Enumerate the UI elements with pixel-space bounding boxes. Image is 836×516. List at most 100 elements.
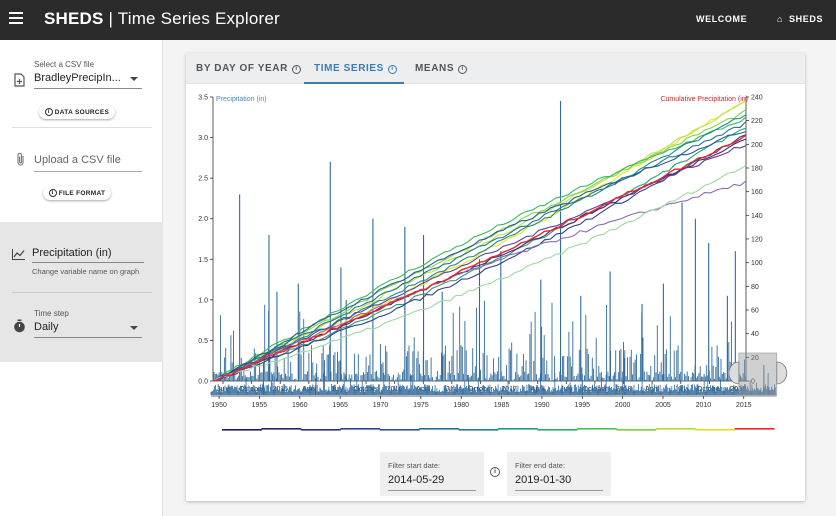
data-sources-label: DATA SOURCES bbox=[54, 108, 110, 116]
paperclip-icon bbox=[17, 152, 24, 166]
right-tick-label: 240 bbox=[751, 95, 763, 102]
info-icon[interactable]: i bbox=[387, 65, 397, 74]
chart-card: BY DAY OF YEAR i TIME SERIES i MEANS i 0.0 0… bbox=[186, 53, 805, 501]
start-date-filter[interactable]: Filter start date: 2014-05-29 bbox=[380, 452, 484, 496]
start-date-value[interactable]: 2014-05-29 bbox=[388, 474, 444, 486]
right-tick-label: 120 bbox=[751, 237, 763, 244]
stopwatch-icon bbox=[14, 319, 25, 333]
end-date-filter[interactable]: Filter end date: 2019-01-30 bbox=[507, 452, 611, 496]
end-date-underline bbox=[515, 490, 603, 491]
info-icon[interactable]: i bbox=[490, 467, 500, 477]
color-scale-segment bbox=[340, 428, 381, 430]
overview-tick-label: 2005 bbox=[655, 402, 671, 409]
app-title: SHEDS | Time Series Explorer bbox=[44, 9, 280, 29]
color-scale-segment bbox=[655, 428, 696, 430]
overview-tick-label: 1975 bbox=[413, 402, 429, 409]
menu-icon[interactable] bbox=[9, 12, 23, 26]
timestep-label: Time step bbox=[34, 309, 69, 318]
csv-select-section: Select a CSV file BradleyPrecipIn... i DA… bbox=[0, 40, 163, 127]
overview-bars bbox=[210, 358, 776, 395]
brush-handle-right[interactable] bbox=[776, 361, 788, 385]
color-scale-segment bbox=[419, 428, 460, 430]
left-tick-label: 1.0 bbox=[198, 297, 208, 304]
tab-label: MEANS bbox=[415, 63, 455, 74]
overview-x-ticks: 1950 1955 1960 1965 1970 1975 1980 1985 1990 1995… bbox=[211, 395, 776, 409]
right-tick-label: 180 bbox=[751, 166, 763, 173]
info-icon[interactable]: i bbox=[458, 65, 468, 74]
overview-tick-label: 2010 bbox=[696, 402, 712, 409]
data-sources-button[interactable]: i DATA SOURCES bbox=[39, 105, 115, 119]
start-date-label: Filter start date: bbox=[388, 461, 441, 470]
left-tick-label: 2.0 bbox=[198, 216, 208, 223]
left-tick-label: 0.5 bbox=[198, 338, 208, 345]
right-tick-label: 80 bbox=[751, 284, 759, 291]
active-tab-indicator bbox=[304, 82, 404, 84]
chevron-down-icon[interactable] bbox=[130, 326, 138, 330]
overview-tick-label: 1995 bbox=[574, 402, 590, 409]
left-tick-label: 1.5 bbox=[198, 257, 208, 264]
color-scale-segment bbox=[537, 429, 578, 431]
variable-name-input[interactable]: Precipitation (in) bbox=[32, 247, 111, 259]
overview-tick-label: 1950 bbox=[211, 402, 227, 409]
nav-welcome-link[interactable]: WELCOME bbox=[696, 14, 747, 24]
color-scale-segment bbox=[498, 428, 538, 430]
overview-tick-label: 1990 bbox=[534, 402, 550, 409]
left-axis-ticks: 0.00.51.01.52.02.53.03.5 bbox=[198, 95, 214, 386]
left-tick-label: 2.5 bbox=[198, 176, 208, 183]
overview-tick-label: 1985 bbox=[494, 402, 510, 409]
overview-tick-label: 2000 bbox=[615, 402, 631, 409]
app-subtitle: Time Series Explorer bbox=[117, 9, 280, 28]
color-scale-segment bbox=[222, 429, 262, 431]
right-tick-label: 220 bbox=[751, 118, 763, 125]
end-date-label: Filter end date: bbox=[515, 461, 566, 470]
timestep-select[interactable]: Daily bbox=[34, 321, 58, 333]
overview-tick-label: 1955 bbox=[252, 402, 268, 409]
left-tick-label: 3.5 bbox=[198, 95, 208, 102]
tab-label: BY DAY OF YEAR bbox=[196, 63, 288, 74]
right-tick-label: 200 bbox=[751, 142, 763, 149]
brand-name: SHEDS bbox=[44, 9, 104, 28]
tab-time-series[interactable]: TIME SERIES i bbox=[314, 63, 397, 74]
home-icon: ⌂ bbox=[777, 14, 784, 24]
overview-tick-label: 1980 bbox=[453, 402, 469, 409]
info-icon: i bbox=[48, 189, 57, 197]
start-date-underline bbox=[388, 490, 476, 491]
color-scale-segment bbox=[261, 428, 302, 430]
right-tick-label: 100 bbox=[751, 260, 763, 267]
tab-means[interactable]: MEANS i bbox=[415, 63, 468, 74]
info-icon: i bbox=[44, 108, 53, 116]
right-tick-label: 160 bbox=[751, 189, 763, 196]
right-tick-label: 60 bbox=[751, 308, 759, 315]
csv-select-value[interactable]: BradleyPrecipIn... bbox=[34, 72, 121, 84]
nav-sheds-link[interactable]: ⌂ SHEDS bbox=[777, 14, 823, 24]
tab-bar: BY DAY OF YEAR i TIME SERIES i MEANS i bbox=[186, 53, 805, 84]
end-date-value[interactable]: 2019-01-30 bbox=[515, 474, 571, 486]
color-scale-segment bbox=[616, 429, 657, 431]
file-format-button[interactable]: i FILE FORMAT bbox=[43, 186, 111, 200]
info-icon[interactable]: i bbox=[291, 65, 301, 74]
brush-selection[interactable] bbox=[738, 352, 778, 397]
overview-tick-label: 1960 bbox=[292, 402, 308, 409]
tab-by-day-of-year[interactable]: BY DAY OF YEAR i bbox=[196, 63, 301, 74]
overview-tick-label: 2015 bbox=[736, 402, 752, 409]
variable-underline bbox=[32, 262, 144, 263]
color-scale-segment bbox=[576, 428, 617, 430]
overview-chart[interactable]: 1950 1955 1960 1965 1970 1975 1980 1985 1990 1995… bbox=[186, 349, 805, 437]
chevron-down-icon[interactable] bbox=[130, 77, 138, 81]
upload-underline bbox=[34, 171, 142, 172]
file-format-label: FILE FORMAT bbox=[58, 189, 106, 197]
upload-csv-input[interactable]: Upload a CSV file bbox=[34, 154, 121, 166]
timestep-underline bbox=[34, 337, 142, 338]
color-scale-segment bbox=[458, 429, 499, 431]
file-add-icon bbox=[14, 73, 25, 87]
right-axis-ticks: 020406080100120140160180200220240 bbox=[745, 95, 763, 386]
right-legend: Cumulative Precipitation (in) bbox=[660, 96, 748, 103]
nav-sheds-label: SHEDS bbox=[789, 14, 824, 24]
brush-handle-left[interactable] bbox=[728, 361, 740, 385]
line-chart-icon bbox=[12, 249, 25, 260]
color-scale-bar bbox=[222, 428, 775, 431]
color-scale-segment bbox=[300, 429, 341, 431]
csv-select-underline bbox=[34, 88, 142, 89]
left-legend: Precipitation (in) bbox=[216, 96, 267, 103]
color-scale-segment bbox=[695, 429, 736, 431]
